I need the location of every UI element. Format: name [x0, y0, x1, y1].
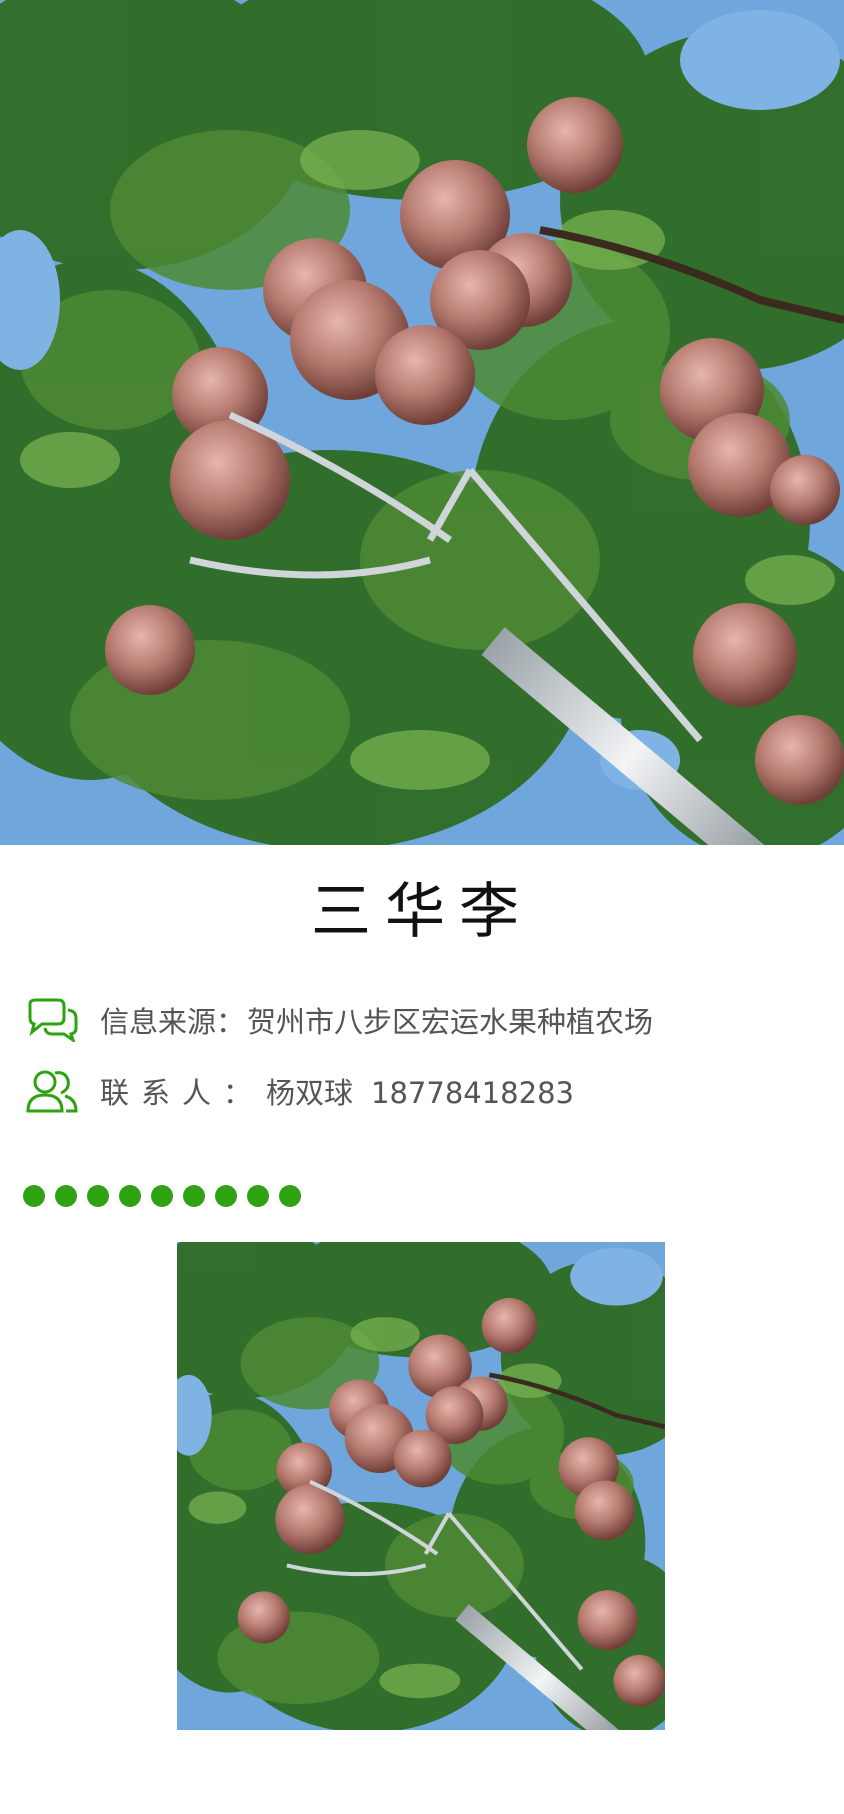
people-icon	[24, 1067, 80, 1115]
dot	[215, 1185, 237, 1207]
info-contact-row: 联系人：杨双球 18778418283	[24, 1061, 574, 1121]
info-source-value: 贺州市八步区宏运水果种植农场	[247, 1005, 654, 1039]
dot	[23, 1185, 45, 1207]
chat-bubbles-icon	[24, 996, 80, 1044]
info-contact-text: 联系人：杨双球 18778418283	[100, 1070, 574, 1112]
dot	[247, 1185, 269, 1207]
dot	[87, 1185, 109, 1207]
hero-plum-illustration	[0, 0, 844, 845]
info-source-text: 信息来源：贺州市八步区宏运水果种植农场	[100, 999, 653, 1041]
dot	[183, 1185, 205, 1207]
dot	[151, 1185, 173, 1207]
info-source-row: 信息来源：贺州市八步区宏运水果种植农场	[24, 990, 653, 1050]
info-source-label: 信息来源：	[100, 1005, 246, 1039]
decorative-dots	[23, 1185, 301, 1207]
dot	[119, 1185, 141, 1207]
info-contact-phone[interactable]: 18778418283	[371, 1076, 574, 1110]
hero-image	[0, 0, 844, 845]
product-photo[interactable]	[177, 1242, 665, 1730]
dot	[55, 1185, 77, 1207]
thumb-plum-illustration	[177, 1242, 665, 1730]
dot	[279, 1185, 301, 1207]
info-contact-name: 杨双球	[266, 1076, 354, 1110]
info-contact-label: 联系人：	[100, 1076, 265, 1110]
product-title: 三华李	[311, 877, 533, 947]
